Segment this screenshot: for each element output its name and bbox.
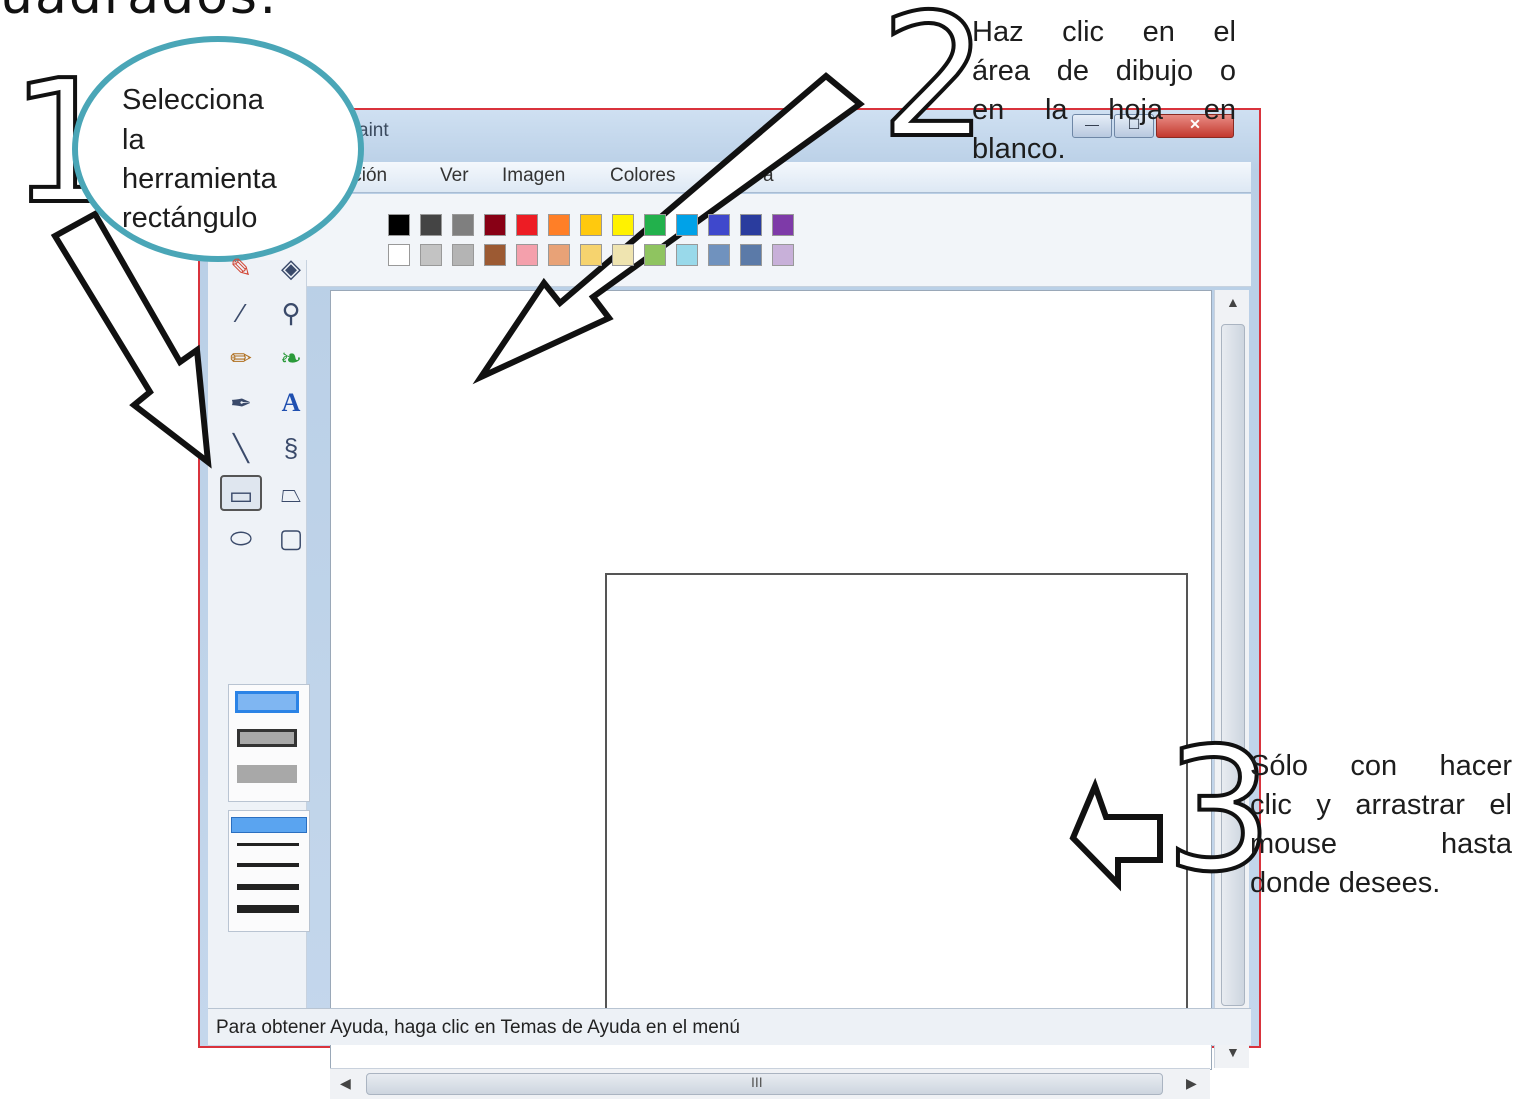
- palette-swatch[interactable]: [740, 214, 762, 236]
- palette-swatch[interactable]: [644, 244, 666, 266]
- polygon-icon[interactable]: ⏢: [270, 475, 312, 511]
- palette-swatch[interactable]: [516, 244, 538, 266]
- step3-word: clic: [1250, 789, 1292, 821]
- bubble-line-4: rectángulo: [122, 202, 258, 234]
- step2-word: área: [972, 55, 1031, 87]
- airbrush-icon[interactable]: ✒: [220, 385, 262, 421]
- rectangle-icon[interactable]: ▭: [220, 475, 262, 511]
- palette-swatch[interactable]: [548, 214, 570, 236]
- step2-word: en: [972, 94, 1005, 126]
- brush-icon[interactable]: ❧: [270, 340, 312, 376]
- step3-word: hasta: [1441, 828, 1512, 860]
- step3-word: arrastrar: [1355, 789, 1465, 821]
- step3-word: con: [1350, 750, 1398, 782]
- palette-swatch[interactable]: [676, 214, 698, 236]
- palette-swatch[interactable]: [452, 214, 474, 236]
- step3-line-2: clic y arrastrar el: [1250, 789, 1512, 822]
- palette-swatch[interactable]: [708, 214, 730, 236]
- palette-swatch[interactable]: [676, 244, 698, 266]
- step3-word: Sólo: [1250, 750, 1309, 782]
- palette-swatch[interactable]: [420, 214, 442, 236]
- step3-word: hacer: [1439, 750, 1512, 782]
- palette-swatch[interactable]: [740, 244, 762, 266]
- step2-word: el: [1213, 16, 1236, 48]
- palette-swatch[interactable]: [420, 244, 442, 266]
- palette-swatch[interactable]: [644, 214, 666, 236]
- scroll-left-icon[interactable]: ◀: [340, 1075, 351, 1092]
- step3-line-3: mouse hasta: [1250, 828, 1512, 861]
- palette-swatch[interactable]: [612, 244, 634, 266]
- palette-swatch[interactable]: [772, 214, 794, 236]
- step2-line-2: área de dibujo o: [972, 55, 1236, 88]
- step2-line-1: Haz clic en el: [972, 16, 1236, 49]
- palette-swatch[interactable]: [708, 244, 730, 266]
- step2-word: en: [1142, 16, 1175, 48]
- step2-word: clic: [1062, 16, 1105, 48]
- bubble-line-1: Selecciona: [122, 84, 264, 116]
- step3-word: y: [1316, 789, 1331, 821]
- palette-swatch[interactable]: [772, 244, 794, 266]
- horizontal-scroll-thumb[interactable]: III: [366, 1073, 1163, 1095]
- palette-swatch[interactable]: [388, 244, 410, 266]
- scroll-right-icon[interactable]: ▶: [1186, 1075, 1197, 1092]
- step2-word: dibujo: [1115, 55, 1194, 87]
- step2-word: de: [1056, 55, 1090, 87]
- scroll-grip: III: [751, 1074, 763, 1090]
- step2-word: en: [1203, 94, 1236, 126]
- eraser-icon[interactable]: ✎: [220, 250, 262, 286]
- step3-line-4: donde desees.: [1250, 867, 1441, 899]
- magnifier-icon[interactable]: ⚲: [270, 295, 312, 331]
- arrow-step3: [1069, 777, 1163, 892]
- pencil-icon[interactable]: ✏: [220, 340, 262, 376]
- fill-icon[interactable]: ◈: [270, 250, 312, 286]
- palette-swatch[interactable]: [388, 214, 410, 236]
- step2-line-3: en la hoja en: [972, 94, 1236, 127]
- step2-line-4: blanco.: [972, 133, 1066, 165]
- step2-word: hoja: [1108, 94, 1164, 126]
- palette-swatch[interactable]: [612, 214, 634, 236]
- text-icon[interactable]: A: [270, 385, 312, 421]
- palette-swatch[interactable]: [580, 214, 602, 236]
- step3-word: el: [1489, 789, 1512, 821]
- line-icon[interactable]: ╲: [220, 430, 262, 466]
- step2-note: Haz clic en el área de dibujo o en la ho…: [972, 16, 1236, 186]
- step2-word: Haz: [972, 16, 1024, 48]
- step2-word: o: [1219, 55, 1236, 87]
- step2-word: la: [1044, 94, 1068, 126]
- palette-swatch[interactable]: [548, 244, 570, 266]
- bubble-line-3: herramienta: [122, 163, 277, 195]
- palette-swatch[interactable]: [516, 214, 538, 236]
- palette-swatch[interactable]: [452, 244, 474, 266]
- ellipse-icon[interactable]: ⬭: [220, 520, 262, 556]
- step3-word: mouse: [1250, 828, 1338, 860]
- step3-line-1: Sólo con hacer: [1250, 750, 1512, 783]
- picker-icon[interactable]: ⁄: [220, 295, 262, 331]
- horizontal-scrollbar[interactable]: ◀ III ▶: [330, 1068, 1210, 1099]
- palette-swatch[interactable]: [580, 244, 602, 266]
- instruction-bubble: Selecciona la herramienta rectángulo: [72, 36, 364, 262]
- rounded-rectangle-icon[interactable]: ▢: [270, 520, 312, 556]
- palette-swatch[interactable]: [484, 244, 506, 266]
- curve-icon[interactable]: §: [270, 430, 312, 466]
- step3-note: Sólo con hacer clic y arrastrar el mouse…: [1250, 750, 1512, 920]
- bubble-line-2: la: [122, 124, 145, 156]
- palette-swatch[interactable]: [484, 214, 506, 236]
